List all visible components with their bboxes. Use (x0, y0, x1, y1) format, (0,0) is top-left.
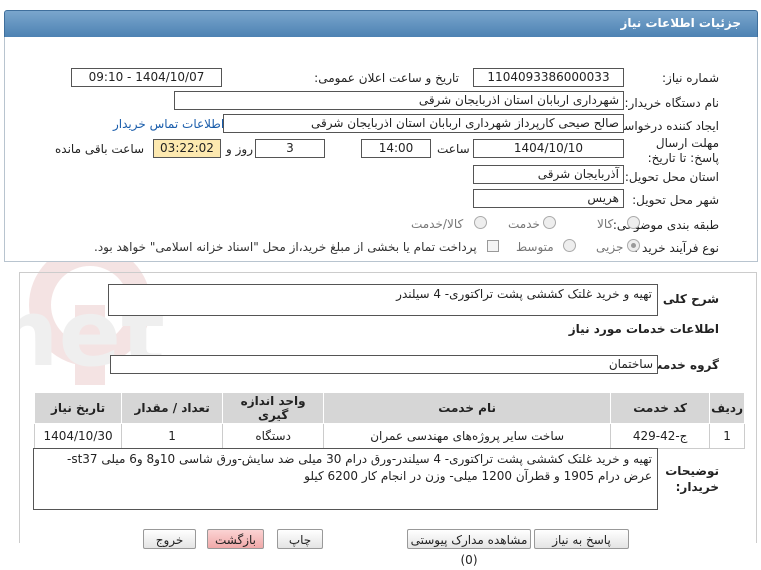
cell-quantity: 1 (121, 423, 224, 449)
col-need-date: تاریخ نیاز (33, 392, 123, 424)
cell-service-code: ج-42-429 (610, 423, 711, 449)
city-field[interactable]: هریس (473, 189, 624, 208)
process-option-minor: جزیی (596, 240, 624, 254)
days-field[interactable]: 3 (255, 139, 325, 158)
process-minor-radio[interactable] (627, 239, 640, 252)
contact-buyer-link[interactable]: اطلاعات تماس خریدار (113, 117, 224, 131)
buyer-notes-line-1: تهیه و خرید غلتک کششی پشت تراکتوری- 4 سی… (66, 452, 652, 466)
cell-need-date: 1404/10/30 (33, 423, 123, 449)
need-number-label: شماره نیاز: (662, 71, 719, 85)
remaining-time-field: 03:22:02 (153, 139, 221, 158)
services-title: اطلاعات خدمات مورد نیاز (568, 322, 719, 336)
buyer-notes-line-2: عرض درام 1905 و قطرآن 1200 میلی- وزن در … (304, 469, 652, 483)
print-button[interactable]: چاپ (277, 529, 323, 549)
exit-button[interactable]: خروج (143, 529, 196, 549)
category-service-radio[interactable] (543, 216, 556, 229)
window-title-bar: جزئیات اطلاعات نیاز (4, 10, 758, 38)
buyer-notes-label: توضیحات خریدار: (665, 464, 719, 494)
creator-field[interactable]: صالح صیحی کارپرداز شهرداری اربابان استان… (223, 114, 624, 133)
cell-row: 1 (709, 423, 745, 449)
deadline-date-field[interactable]: 1404/10/10 (473, 139, 624, 158)
time-label: ساعت (437, 142, 470, 156)
process-option-medium: متوسط (516, 240, 554, 254)
treasury-checkbox[interactable] (487, 240, 499, 252)
service-group-field[interactable]: ساختمان (110, 355, 658, 374)
announce-label: تاریخ و ساعت اعلان عمومی: (314, 71, 459, 85)
remaining-label: ساعت باقی مانده (55, 142, 145, 156)
category-goods-service-radio[interactable] (474, 216, 487, 229)
category-option-service: خدمت (508, 217, 540, 231)
process-medium-radio[interactable] (563, 239, 576, 252)
view-documents-button[interactable]: مشاهده مدارک پیوستی (0) (407, 529, 531, 567)
back-button[interactable]: بازگشت (207, 529, 264, 549)
buyer-notes-textarea[interactable]: تهیه و خرید غلتک کششی پشت تراکتوری- 4 سی… (33, 448, 658, 510)
col-service-code: کد خدمت (610, 392, 711, 424)
reply-button[interactable]: پاسخ به نیاز (534, 529, 629, 549)
category-goods-radio[interactable] (627, 216, 640, 229)
creator-label: ایجاد کننده درخواست: (608, 119, 719, 133)
payment-note: پرداخت تمام یا بخشی از مبلغ خرید،از محل … (94, 240, 477, 254)
category-option-goods: کالا (597, 217, 614, 231)
province-label: استان محل تحویل: (624, 170, 719, 184)
buyer-org-field[interactable]: شهرداری اربابان استان اذربایجان شرقی (174, 91, 624, 110)
window-title: جزئیات اطلاعات نیاز (620, 16, 741, 30)
table-row[interactable]: 1 ج-42-429 ساخت سایر پروژه‌های مهندسی عم… (33, 423, 745, 449)
table-header-row: ردیف کد خدمت نام خدمت واحد اندازه گیری ت… (33, 392, 745, 424)
province-field[interactable]: آذربایجان شرقی (473, 165, 624, 184)
cell-unit: دستگاه (222, 423, 325, 449)
deadline-label: مهلت ارسال پاسخ: تا تاریخ: (647, 136, 719, 165)
services-table: ردیف کد خدمت نام خدمت واحد اندازه گیری ت… (33, 392, 745, 449)
deadline-time-field[interactable]: 14:00 (361, 139, 431, 158)
col-service-name: نام خدمت (323, 392, 612, 424)
col-unit: واحد اندازه گیری (222, 392, 325, 424)
need-number-field[interactable]: 1104093386000033 (473, 68, 624, 87)
buyer-org-label: نام دستگاه خریدار: (624, 96, 720, 110)
summary-textarea[interactable]: تهیه و خرید غلتک کششی پشت تراکتوری- 4 سی… (108, 284, 658, 316)
announce-field[interactable]: 1404/10/07 - 09:10 (71, 68, 222, 87)
process-label: نوع فرآیند خرید : (634, 241, 719, 255)
category-option-goods-service: کالا/خدمت (411, 217, 464, 231)
col-quantity: تعداد / مقدار (121, 392, 224, 424)
city-label: شهر محل تحویل: (632, 193, 719, 207)
days-label: روز و (226, 142, 253, 156)
summary-text: تهیه و خرید غلتک کششی پشت تراکتوری- 4 سی… (396, 287, 652, 301)
col-row: ردیف (709, 392, 745, 424)
cell-service-name: ساخت سایر پروژه‌های مهندسی عمران (323, 423, 612, 449)
